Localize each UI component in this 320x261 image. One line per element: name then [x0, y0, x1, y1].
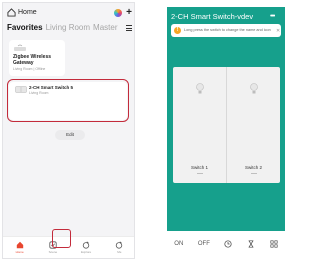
bulb-icon [249, 83, 258, 94]
edit-button[interactable]: Edit [55, 130, 85, 140]
switch-label: Switch 1 [190, 165, 208, 170]
highlight-box-timer [52, 229, 71, 248]
switch-indicator [196, 173, 203, 174]
timer-icon [224, 240, 233, 248]
device-name: Zigbee Wireless Gateway [13, 54, 52, 66]
me-icon [116, 241, 123, 249]
device-meta: Living Room | Offline [13, 67, 46, 71]
all-on-button[interactable]: ON [174, 241, 183, 247]
color-dot-icon[interactable] [114, 8, 123, 17]
nav-me[interactable]: Me [104, 241, 134, 254]
switch-gang-1[interactable]: Switch 1 [173, 67, 226, 183]
device-title: 2-CH Smart Switch-vdev [171, 11, 254, 21]
nav-label: Explore [81, 250, 92, 254]
tab-favorites[interactable]: Favorites [7, 23, 43, 32]
more-settings-button[interactable] [270, 240, 278, 248]
plus-icon[interactable]: + [126, 8, 132, 18]
home-screen: Home + Favorites Living Room Master Zigb… [2, 2, 135, 259]
timer-button[interactable] [224, 240, 233, 248]
device-status: Offline [35, 67, 46, 71]
more-icon[interactable]: ••• [270, 13, 275, 20]
nav-label: Scene [48, 250, 58, 254]
device-control-screen: 2-CH Smart Switch-vdev ••• ! Long press … [167, 7, 285, 257]
nav-home[interactable]: Home [5, 241, 35, 254]
tip-banner: ! Long press the switch to change the na… [171, 24, 281, 37]
switch-panel: Switch 1 Switch 2 [173, 67, 280, 183]
countdown-button[interactable] [247, 240, 255, 248]
nav-label: Me [117, 250, 122, 254]
control-bar: ON OFF [167, 231, 285, 257]
tip-text: Long press the switch to change the name… [184, 28, 271, 33]
header-actions: + [114, 8, 132, 18]
switch-indicator [250, 173, 257, 174]
grid-icon [270, 240, 278, 248]
device-header: 2-CH Smart Switch-vdev ••• [171, 10, 281, 22]
gateway-icon [14, 44, 26, 51]
home-title: Home [18, 9, 37, 16]
room-tabs: Favorites Living Room Master [7, 23, 132, 35]
switch-gang-2[interactable]: Switch 2 [226, 67, 280, 183]
house-icon [7, 8, 16, 17]
bulb-icon [195, 83, 204, 94]
all-off-button[interactable]: OFF [198, 241, 210, 247]
hourglass-icon [248, 240, 254, 248]
switch-label: Switch 2 [244, 165, 262, 170]
home-icon [16, 241, 23, 249]
highlight-box-switch-card [7, 79, 129, 122]
tab-living-room[interactable]: Living Room [46, 23, 90, 32]
info-icon: ! [174, 27, 181, 34]
device-room: Living Room [13, 67, 33, 71]
tab-master[interactable]: Master [93, 23, 117, 32]
explore-icon [82, 241, 90, 249]
nav-label: Home [15, 250, 24, 254]
home-selector[interactable]: Home [7, 8, 37, 17]
close-icon[interactable]: ✕ [276, 28, 280, 34]
device-card-gateway[interactable]: Zigbee Wireless Gateway Living Room | Of… [9, 40, 65, 76]
nav-explore[interactable]: Explore [71, 241, 101, 254]
home-header: Home + [7, 8, 132, 20]
menu-icon[interactable] [126, 25, 132, 31]
